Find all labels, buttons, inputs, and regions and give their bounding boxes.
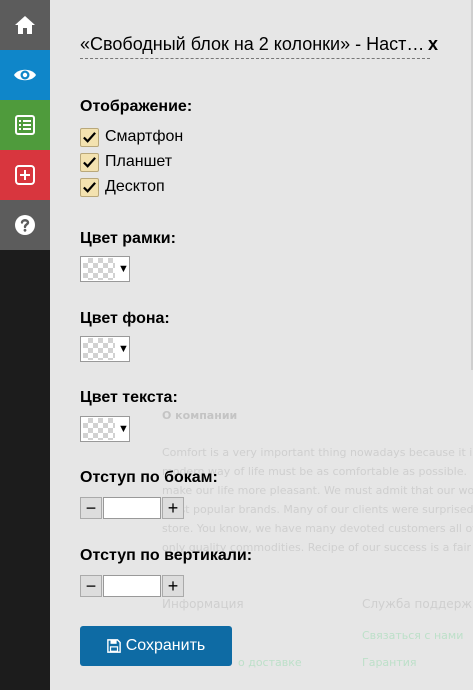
decrement-button[interactable]: − <box>80 497 102 519</box>
tablet-checkbox-row[interactable]: Планшет <box>80 152 172 172</box>
dropdown-caret-icon: ▼ <box>118 423 129 435</box>
dropdown-caret-icon: ▼ <box>118 263 129 275</box>
checkmark-icon <box>83 131 96 143</box>
smartphone-label: Смартфон <box>105 128 184 145</box>
home-button[interactable] <box>0 0 50 50</box>
text-color-picker[interactable]: ▼ <box>80 416 130 442</box>
vertical-padding-input[interactable] <box>103 575 161 597</box>
increment-button[interactable]: + <box>162 497 184 519</box>
desktop-checkbox-row[interactable]: Десктоп <box>80 177 165 197</box>
blocks-list-button[interactable] <box>0 100 50 150</box>
eye-icon <box>14 69 36 81</box>
panel-title: «Свободный блок на 2 колонки» - Настройк… <box>80 34 430 59</box>
vertical-padding-label: Отступ по вертикали: <box>80 547 253 564</box>
settings-panel: «Свободный блок на 2 колонки» - Настройк… <box>50 0 473 690</box>
increment-button[interactable]: + <box>162 575 184 597</box>
border-color-label: Цвет рамки: <box>80 230 176 247</box>
save-label: Сохранить <box>125 637 206 654</box>
left-toolbar <box>0 0 50 690</box>
close-button[interactable]: x <box>428 34 438 55</box>
transparent-swatch <box>83 258 115 280</box>
list-icon <box>15 115 35 135</box>
vertical-padding-stepper: − + <box>80 575 184 597</box>
checkmark-icon <box>83 181 96 193</box>
dropdown-caret-icon: ▼ <box>118 343 129 355</box>
tablet-label: Планшет <box>105 153 173 170</box>
tablet-checkbox[interactable] <box>80 152 99 172</box>
checkmark-icon <box>83 156 96 168</box>
side-padding-stepper: − + <box>80 497 184 519</box>
floppy-disk-icon <box>106 639 121 653</box>
bg-color-label: Цвет фона: <box>80 310 170 327</box>
smartphone-checkbox[interactable] <box>80 127 99 147</box>
text-color-label: Цвет текста: <box>80 389 178 406</box>
save-button[interactable]: Сохранить <box>80 626 232 666</box>
side-padding-label: Отступ по бокам: <box>80 469 218 486</box>
home-icon <box>15 16 35 34</box>
add-block-button[interactable] <box>0 150 50 200</box>
question-icon <box>15 215 35 235</box>
smartphone-checkbox-row[interactable]: Смартфон <box>80 127 183 147</box>
help-button[interactable] <box>0 200 50 250</box>
desktop-checkbox[interactable] <box>80 177 99 197</box>
desktop-label: Десктоп <box>105 178 165 195</box>
transparent-swatch <box>83 338 115 360</box>
border-color-picker[interactable]: ▼ <box>80 256 130 282</box>
transparent-swatch <box>83 418 115 440</box>
decrement-button[interactable]: − <box>80 575 102 597</box>
display-label: Отображение: <box>80 98 193 115</box>
preview-button[interactable] <box>0 50 50 100</box>
bg-color-picker[interactable]: ▼ <box>80 336 130 362</box>
side-padding-input[interactable] <box>103 497 161 519</box>
plus-square-icon <box>15 165 35 185</box>
